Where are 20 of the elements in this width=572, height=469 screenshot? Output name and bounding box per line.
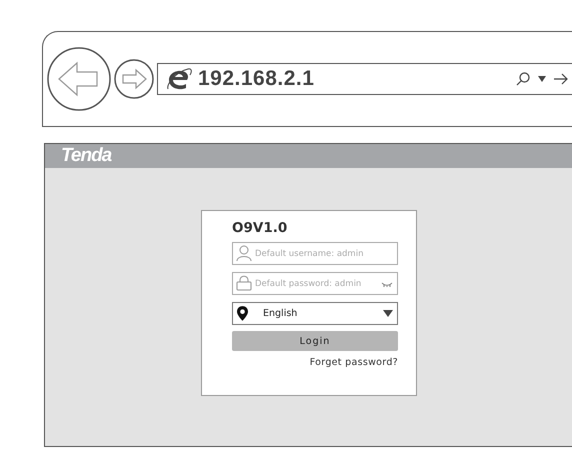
browser-logo-icon	[166, 66, 192, 92]
brand-logo: Tenda	[61, 145, 112, 167]
back-button[interactable]	[47, 47, 111, 111]
forward-button[interactable]	[114, 59, 154, 99]
language-dropdown[interactable]: English	[232, 302, 398, 325]
location-pin-icon	[237, 306, 248, 321]
login-button[interactable]: Login	[232, 331, 398, 351]
url-text: 192.168.2.1	[198, 67, 316, 91]
password-field[interactable]: Default password: admin	[232, 272, 398, 295]
search-icon[interactable]	[516, 72, 530, 86]
go-arrow-icon[interactable]	[554, 73, 568, 85]
lock-icon	[236, 275, 252, 291]
caret-icon	[383, 310, 393, 317]
address-bar[interactable]: 192.168.2.1	[157, 63, 572, 95]
forget-password-link[interactable]: Forget password?	[310, 357, 398, 368]
closed-eye-icon[interactable]	[381, 281, 393, 287]
user-icon	[236, 245, 252, 261]
caret-icon[interactable]	[538, 76, 546, 82]
model-title: O9V1.0	[232, 220, 288, 236]
username-field[interactable]: Default username: admin	[232, 242, 398, 265]
